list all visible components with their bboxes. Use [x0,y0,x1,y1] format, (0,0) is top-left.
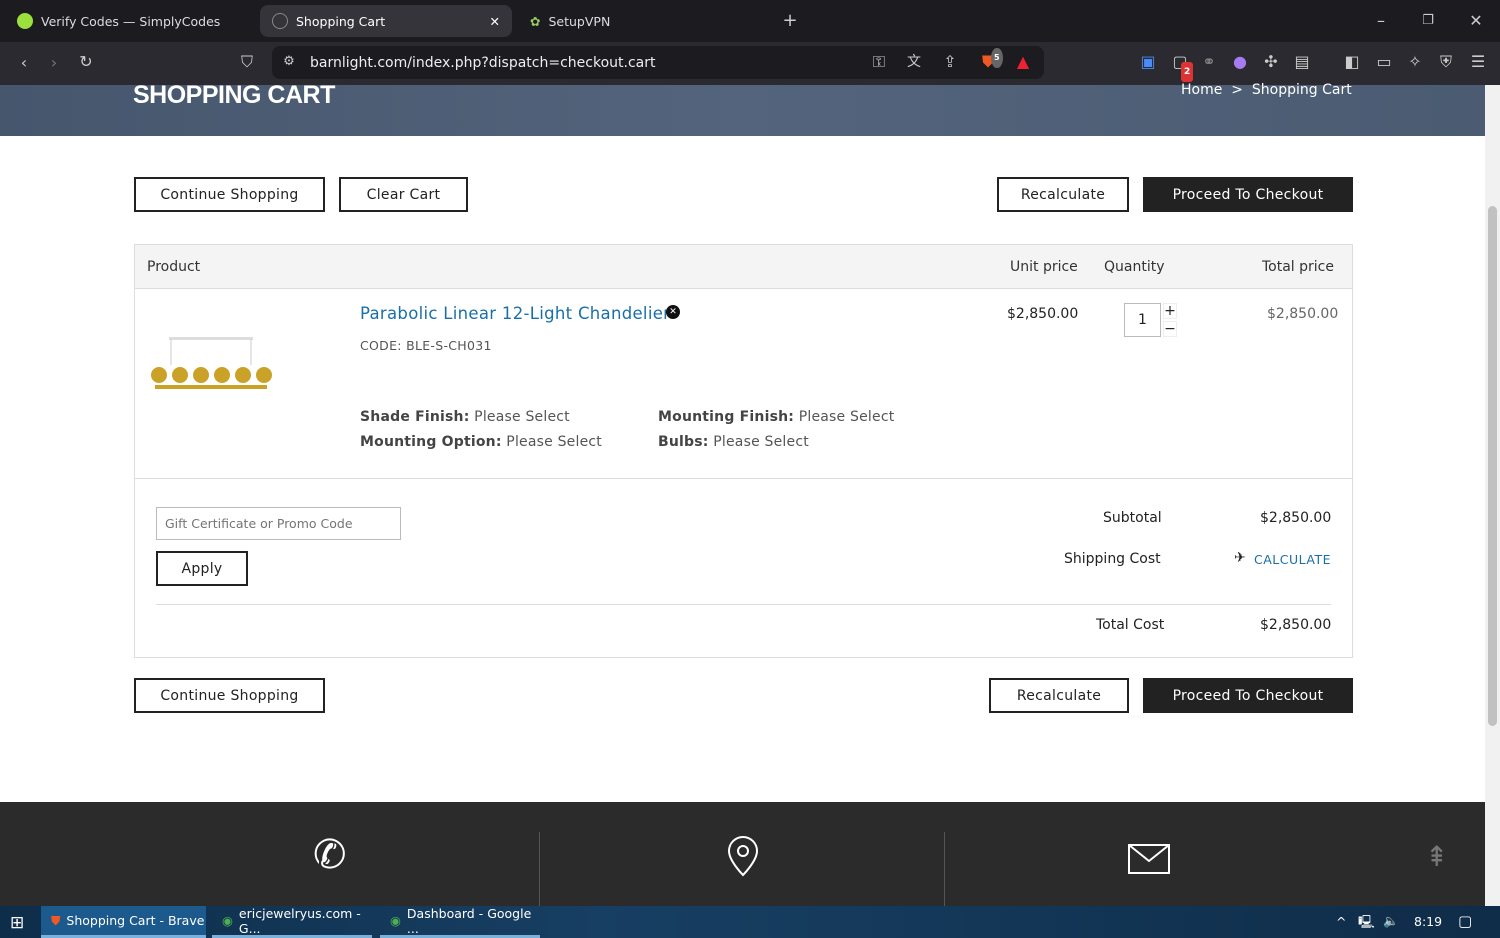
chrome-icon: ◉ [390,913,401,928]
simplycodes-icon [17,13,33,29]
brave-shields-icon[interactable]: ⛊ 5 [977,48,1003,72]
brave-icon: ⛊ [51,912,61,928]
option-bulbs[interactable]: Bulbs: Please Select [658,434,809,450]
divider [135,478,1352,479]
divider [156,604,1331,605]
site-icon [272,13,288,29]
close-window-icon[interactable]: ✕ [1465,11,1487,31]
airplane-icon: ✈ [1234,550,1246,566]
chrome-icon: ◉ [222,913,233,928]
purple-extension-icon[interactable]: ● [1229,52,1251,72]
page-title: SHOPPING CART [133,81,335,109]
vpn-icon: ✿ [530,13,541,29]
calculate-shipping-link[interactable]: CALCULATE [1254,552,1331,567]
new-tab-icon[interactable]: + [779,11,801,31]
tab-setupvpn[interactable]: ✿ SetupVPN [518,5,622,37]
proceed-checkout-button-bottom[interactable]: Proceed To Checkout [1143,678,1353,713]
email-icon[interactable] [1128,844,1170,874]
forward-icon[interactable]: › [43,53,65,73]
recalculate-button[interactable]: Recalculate [997,177,1129,212]
total-cost-label: Total Cost [1096,617,1165,633]
key-icon[interactable]: ⚿ [868,52,890,72]
breadcrumb-home[interactable]: Home [1181,82,1222,98]
extensions-icon[interactable]: ✣ [1260,52,1282,72]
network-icon[interactable]: 🖳 [1358,913,1375,934]
continue-shopping-button-bottom[interactable]: Continue Shopping [134,678,325,713]
vpn-shield-icon[interactable]: ⛨ [1435,52,1457,72]
translate-icon[interactable]: 文 [903,52,925,72]
leo-ai-icon[interactable]: ✧ [1404,52,1426,72]
scrollbar-thumb[interactable] [1488,206,1497,726]
option-mounting-finish[interactable]: Mounting Finish: Please Select [658,409,894,425]
tab-shopping-cart[interactable]: Shopping Cart ✕ [260,5,512,37]
quantity-decrease-button[interactable]: − [1163,321,1177,337]
table-header [135,245,1352,289]
quantity-increase-button[interactable]: + [1163,303,1177,319]
reload-icon[interactable]: ↻ [75,52,97,72]
header-product: Product [147,259,201,275]
clear-cart-button[interactable]: Clear Cart [339,177,468,212]
tab-bar: Verify Codes — SimplyCodes Shopping Cart… [0,0,1500,42]
total-cost-value: $2,850.00 [1260,617,1332,633]
phone-icon[interactable]: ✆ [313,832,347,878]
volume-icon[interactable]: 🔈 [1383,913,1399,929]
product-code: CODE: BLE-S-CH031 [360,338,492,353]
address-bar[interactable]: ⚙ barnlight.com/index.php?dispatch=check… [272,46,1044,79]
location-icon[interactable] [722,834,764,880]
scroll-to-top-icon[interactable]: ⇞ [1425,840,1448,873]
windows-start-icon[interactable]: ⊞ [10,913,24,933]
tab-verify-codes[interactable]: Verify Codes — SimplyCodes [5,5,232,37]
minimize-icon[interactable]: – [1370,11,1392,31]
taskbar-item-chrome-1[interactable]: ◉ ericjewelryus.com - G... [212,906,372,938]
translate-extension-icon[interactable]: ▣ [1137,52,1159,72]
notifications-icon[interactable]: ▢ [1458,912,1472,930]
share-icon[interactable]: ⇪ [939,52,961,72]
back-icon[interactable]: ‹ [13,53,35,73]
header-quantity: Quantity [1104,259,1165,275]
breadcrumb: Home > Shopping Cart [1181,82,1352,98]
taskbar-item-brave[interactable]: ⛊ Shopping Cart - Brave [41,906,206,938]
close-tab-icon[interactable]: ✕ [490,14,500,29]
brave-rewards-icon[interactable]: ▲ [1012,52,1034,72]
clock[interactable]: 8:19 [1414,914,1442,929]
vpn-extension-icon[interactable]: ⚭ [1198,52,1220,72]
divider [944,832,945,906]
menu-icon[interactable]: ☰ [1467,52,1489,72]
unit-price: $2,850.00 [1007,306,1079,322]
site-settings-icon[interactable]: ⚙ [278,52,300,72]
promo-code-input[interactable] [156,507,401,540]
wallet-icon[interactable]: ▭ [1373,52,1395,72]
option-mounting-option[interactable]: Mounting Option: Please Select [360,434,602,450]
item-total-price: $2,850.00 [1267,306,1339,322]
tray-chevron-icon[interactable]: ^ [1336,914,1346,929]
divider [539,832,540,906]
scrollbar[interactable] [1485,85,1500,906]
shipping-cost-label: Shipping Cost [1064,551,1161,567]
restore-icon[interactable]: ❐ [1417,11,1439,31]
remove-item-icon[interactable]: ✕ [666,305,680,319]
taskbar-item-chrome-2[interactable]: ◉ Dashboard - Google ... [380,906,540,938]
continue-shopping-button[interactable]: Continue Shopping [134,177,325,212]
header-unit-price: Unit price [1010,259,1078,275]
subtotal-value: $2,850.00 [1260,510,1332,526]
taskbar: ⊞ ⛊ Shopping Cart - Brave ◉ ericjewelryus.… [0,906,1500,938]
url-text: barnlight.com/index.php?dispatch=checkou… [310,54,656,71]
product-name-link[interactable]: Parabolic Linear 12-Light Chandelier [360,304,670,323]
option-shade-finish[interactable]: Shade Finish: Please Select [360,409,570,425]
page-banner: SHOPPING CART Home > Shopping Cart [0,81,1485,136]
header-total-price: Total price [1262,259,1334,275]
footer: ✆ ⇞ [0,802,1485,906]
product-image[interactable] [149,335,273,391]
apply-button[interactable]: Apply [156,551,248,586]
subtotal-label: Subtotal [1103,510,1162,526]
extension-icon[interactable]: ▢ 2 [1169,52,1194,82]
sidebar-icon[interactable]: ◧ [1341,52,1363,72]
reader-icon[interactable]: ▤ [1291,52,1313,72]
bookmark-icon[interactable]: ⛉ [236,52,258,72]
recalculate-button-bottom[interactable]: Recalculate [989,678,1129,713]
quantity-input[interactable]: 1 [1124,303,1161,337]
cart-table: Product Unit price Quantity Total price … [134,244,1353,658]
proceed-checkout-button[interactable]: Proceed To Checkout [1143,177,1353,212]
